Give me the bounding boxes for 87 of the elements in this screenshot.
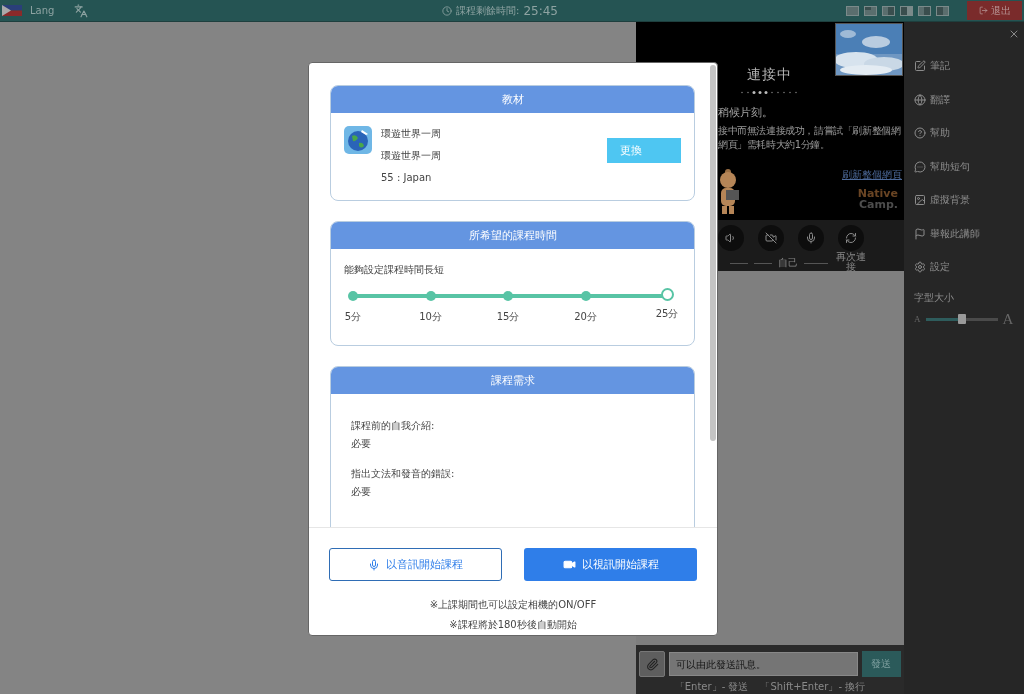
request-value: 必要 <box>351 485 372 499</box>
microphone-button[interactable] <box>798 225 824 251</box>
sidebar-item[interactable]: 虛擬背景 <box>914 194 1024 206</box>
sidebar-item[interactable]: 設定 <box>914 261 1024 273</box>
request-label: 課程前的自我介紹: <box>351 419 436 433</box>
duration-label: 20分 <box>574 310 597 324</box>
globe-icon <box>344 126 372 154</box>
request-label: 指出文法和發音的錯誤: <box>351 467 456 481</box>
exit-button[interactable]: 退出 <box>967 1 1022 20</box>
request-value: 必要 <box>351 437 372 451</box>
microphone-icon <box>805 232 817 244</box>
duration-stop[interactable] <box>503 291 513 301</box>
self-label: 自己 <box>778 256 798 270</box>
flag-icon <box>2 5 22 16</box>
duration-stop[interactable] <box>348 291 358 301</box>
refresh-link[interactable]: 刷新整個網頁 <box>842 168 902 182</box>
layout-icon[interactable] <box>936 5 949 16</box>
translate-icon[interactable] <box>74 3 89 18</box>
duration-caption: 能夠設定課程時間長短 <box>344 263 445 277</box>
speech-bubble-icon <box>914 160 926 173</box>
sidebar-item[interactable]: 翻譯 <box>914 93 1024 106</box>
shortcut-hint: 「Enter」- 發送 <box>674 680 749 694</box>
sidebar-item[interactable]: 舉報此講師 <box>914 227 1024 240</box>
paperclip-icon <box>645 657 659 671</box>
attach-button[interactable] <box>639 651 666 677</box>
edit-icon <box>914 60 926 72</box>
settings-icon <box>914 261 926 273</box>
material-text: 環遊世界一周 <box>381 127 442 141</box>
card-header: 教材 <box>331 86 694 113</box>
duration-label: 25分 <box>655 307 679 321</box>
loading-dots-icon <box>739 90 799 95</box>
layout-icon[interactable] <box>900 5 913 16</box>
notice-text: ※課程將於180秒後自動開始 <box>449 618 577 632</box>
refresh-icon <box>845 232 857 244</box>
camera-button[interactable] <box>758 225 784 251</box>
slider-thumb[interactable] <box>957 313 966 324</box>
duration-label: 10分 <box>419 310 442 324</box>
exit-icon <box>978 6 988 15</box>
bear-drawing <box>718 168 740 216</box>
image-icon <box>914 194 926 206</box>
connection-hint: 網頁」需耗時大約1分鐘。 <box>718 138 831 152</box>
font-size-slider[interactable] <box>925 317 998 321</box>
duration-label: 15分 <box>496 310 520 324</box>
notice-text: ※上課期間也可以設定相機的ON/OFF <box>429 598 597 612</box>
microphone-icon <box>368 558 380 571</box>
card-header: 所希望的課程時間 <box>331 222 694 249</box>
message-input[interactable]: 可以由此發送訊息。 <box>669 652 858 676</box>
font-size-label: 字型大小 <box>914 290 955 305</box>
scrollbar[interactable] <box>710 65 716 441</box>
layout-icon[interactable] <box>846 5 859 16</box>
speaker-icon <box>725 232 737 244</box>
layout-icon[interactable] <box>882 5 895 16</box>
video-camera-icon <box>562 558 576 571</box>
shortcut-hint: 「Shift+Enter」- 換行 <box>760 680 866 694</box>
close-icon <box>1008 28 1020 40</box>
brand-logo: Native Camp. <box>857 188 898 210</box>
video-start-button[interactable]: 以視訊開始課程 <box>524 548 697 581</box>
layout-icon[interactable] <box>918 5 931 16</box>
connection-hint: 接中而無法連接成功，請嘗試「刷新整個網 <box>718 124 902 138</box>
clock-icon <box>442 5 452 16</box>
reconnect-label: 再次連接 <box>836 252 866 272</box>
language-label[interactable]: Lang <box>30 5 55 16</box>
send-button[interactable]: 發送 <box>861 651 901 677</box>
material-text: 環遊世界一周 <box>381 149 442 163</box>
flag-icon <box>914 227 926 240</box>
sidebar-item[interactable]: 幫助 <box>914 127 1024 139</box>
speaker-button[interactable] <box>718 225 744 251</box>
duration-stop[interactable] <box>660 288 674 301</box>
duration-stop[interactable] <box>425 291 436 301</box>
sidebar-item[interactable]: 幫助短句 <box>914 160 1024 173</box>
sidebar-item[interactable]: 筆記 <box>914 60 1024 72</box>
close-button[interactable] <box>1008 28 1020 40</box>
large-font-label: A <box>1002 310 1014 328</box>
wait-message: 稍候片刻。 <box>718 105 774 120</box>
globe-icon <box>914 93 926 106</box>
audio-start-button[interactable]: 以音訊開始課程 <box>329 548 502 581</box>
card-header: 課程需求 <box>331 367 694 394</box>
timer: 25:45 <box>523 3 558 18</box>
duration-label: 5分 <box>344 310 362 324</box>
duration-stop[interactable] <box>580 291 591 301</box>
layout-icon[interactable] <box>864 5 877 16</box>
help-icon <box>914 127 926 139</box>
camera-off-icon <box>765 232 777 244</box>
material-text: 55 : Japan <box>381 171 433 185</box>
reconnect-button[interactable] <box>838 225 864 251</box>
timer-label: 課程剩餘時間: <box>456 3 520 18</box>
status-title: 連接中 <box>745 66 793 84</box>
